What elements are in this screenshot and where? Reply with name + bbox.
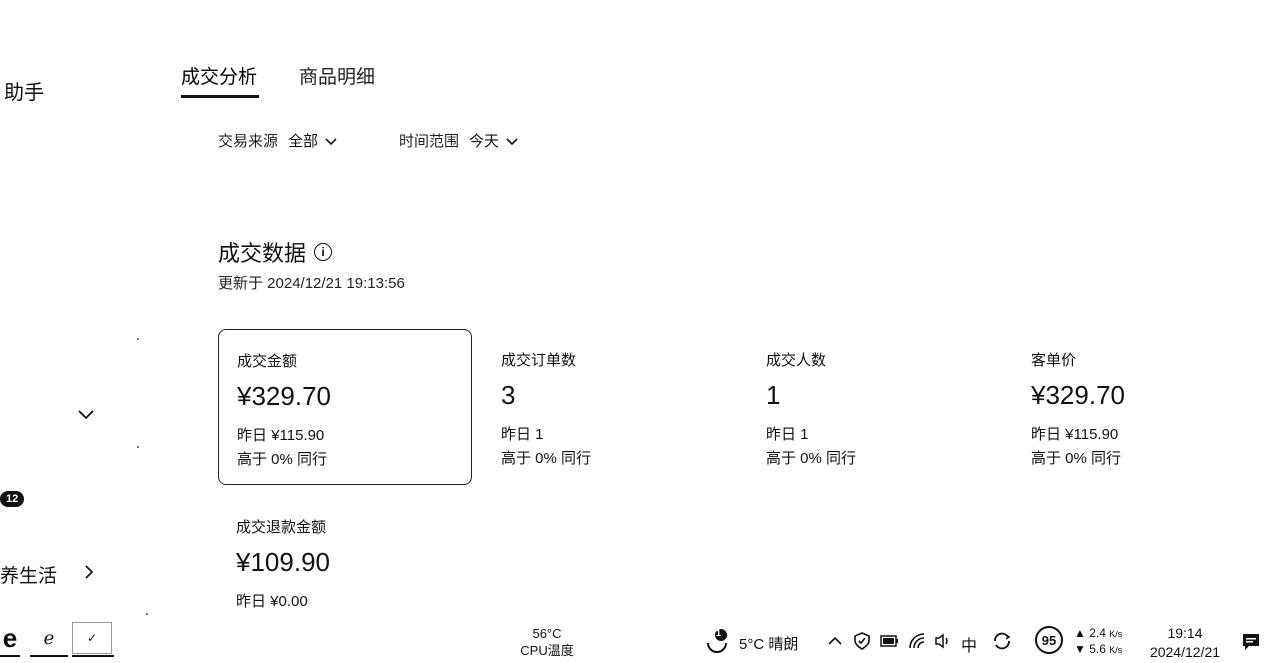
notification-icon[interactable]	[1241, 632, 1261, 652]
metric-yesterday: 昨日 ¥115.90	[1031, 426, 1119, 443]
metric-title: 成交退款金额	[236, 519, 327, 536]
shield-icon[interactable]	[853, 632, 871, 650]
metric-card-deal-amount[interactable]: 成交金额 ¥329.70 昨日 ¥115.90 高于 0% 同行	[218, 329, 472, 485]
metric-value: 3	[501, 380, 516, 410]
metric-value: 1	[766, 380, 781, 410]
battery-score-badge[interactable]: 95	[1035, 626, 1063, 654]
metric-card-refund-amount[interactable]: 成交退款金额 ¥109.90 昨日 ¥0.00	[218, 496, 472, 616]
sidebar-item-life[interactable]: 养生活	[0, 561, 57, 588]
net-down-value: 5.6	[1089, 642, 1106, 656]
filter-source-label: 交易来源	[218, 133, 279, 150]
edge-browser-icon[interactable]: e	[0, 623, 20, 653]
clock-date: 2024/12/21	[1149, 644, 1221, 660]
ime-indicator[interactable]: 中	[961, 632, 977, 656]
divider-dot	[146, 613, 148, 615]
filter-source[interactable]: 交易来源 全部	[218, 130, 338, 151]
section-title: 成交数据 i	[218, 236, 333, 268]
clock-widget[interactable]: 19:14 2024/12/21	[1140, 624, 1230, 662]
chevron-right-icon[interactable]	[80, 563, 98, 581]
weather-text[interactable]: 5°C 晴朗	[739, 633, 798, 654]
speaker-icon[interactable]	[934, 633, 952, 649]
metric-compare: 高于 0% 同行	[237, 451, 328, 468]
cpu-temp-value: 56°C	[532, 626, 562, 641]
net-up-value: 2.4	[1089, 626, 1106, 640]
filter-time-select[interactable]: 今天	[469, 130, 519, 151]
chevron-up-icon[interactable]	[827, 634, 843, 648]
metric-card-buyer-count[interactable]: 成交人数 1 昨日 1 高于 0% 同行	[748, 329, 1002, 485]
net-unit: K/s	[1109, 629, 1123, 639]
taskbar-active-indicator	[72, 655, 114, 657]
section-title-text: 成交数据	[218, 241, 307, 266]
active-tab-indicator	[181, 95, 259, 98]
clock-time: 19:14	[1167, 625, 1203, 641]
metric-yesterday: 昨日 ¥0.00	[236, 593, 308, 610]
weather-widget-icon[interactable]: 1	[704, 627, 730, 653]
sidebar-title: 助手	[4, 82, 44, 104]
net-down-row: ▼ 5.6 K/s	[1074, 642, 1123, 656]
sync-icon[interactable]	[992, 632, 1012, 650]
taskbar-active-indicator	[0, 655, 20, 657]
metric-card-order-count[interactable]: 成交订单数 3 昨日 1 高于 0% 同行	[483, 329, 737, 485]
battery-icon[interactable]	[880, 634, 900, 648]
cpu-temp-label: CPU温度	[520, 643, 574, 658]
metric-compare: 高于 0% 同行	[766, 450, 857, 467]
filter-time-value: 今天	[469, 133, 500, 150]
chevron-down-icon	[506, 137, 518, 145]
chevron-down-icon	[325, 137, 337, 145]
metric-title: 成交人数	[766, 352, 827, 369]
filter-source-select[interactable]: 全部	[288, 130, 338, 151]
metric-yesterday: 昨日 1	[766, 426, 809, 443]
cpu-temp-widget[interactable]: 56°C CPU温度	[510, 625, 584, 659]
metric-title: 成交金额	[237, 353, 298, 370]
divider-dot	[137, 338, 139, 340]
chevron-down-icon[interactable]	[76, 404, 96, 424]
weather-badge: 1	[716, 628, 722, 638]
filter-source-value: 全部	[288, 133, 319, 150]
metric-compare: 高于 0% 同行	[1031, 450, 1122, 467]
tab-product-detail[interactable]: 商品明细	[299, 62, 375, 89]
updated-timestamp: 更新于 2024/12/21 19:13:56	[218, 275, 405, 292]
info-icon[interactable]: i	[314, 243, 333, 261]
metric-compare: 高于 0% 同行	[501, 450, 592, 467]
taskbar-active-indicator	[30, 655, 68, 657]
notification-badge: 12	[0, 491, 25, 507]
net-up-row: ▲ 2.4 K/s	[1074, 626, 1123, 640]
filter-time-label: 时间范围	[399, 133, 460, 150]
filter-time[interactable]: 时间范围 今天	[399, 130, 519, 151]
app-thumbnail-icon[interactable]: ✓	[72, 622, 112, 654]
metric-card-avg-order-value[interactable]: 客单价 ¥329.70 昨日 ¥115.90 高于 0% 同行	[1013, 329, 1267, 485]
divider-dot	[137, 446, 139, 448]
metric-value: ¥109.90	[236, 547, 330, 577]
wifi-icon[interactable]	[908, 632, 926, 650]
net-unit: K/s	[1109, 645, 1123, 655]
metric-yesterday: 昨日 ¥115.90	[237, 427, 325, 444]
metric-title: 客单价	[1031, 352, 1077, 369]
metric-title: 成交订单数	[501, 352, 577, 369]
metric-value: ¥329.70	[1031, 380, 1125, 410]
tab-deal-analysis[interactable]: 成交分析	[181, 62, 257, 89]
metric-value: ¥329.70	[237, 381, 331, 411]
network-speed-widget[interactable]: ▲ 2.4 K/s ▼ 5.6 K/s	[1074, 626, 1122, 658]
ie-browser-icon[interactable]: ℯ	[38, 626, 60, 650]
metric-yesterday: 昨日 1	[501, 426, 544, 443]
